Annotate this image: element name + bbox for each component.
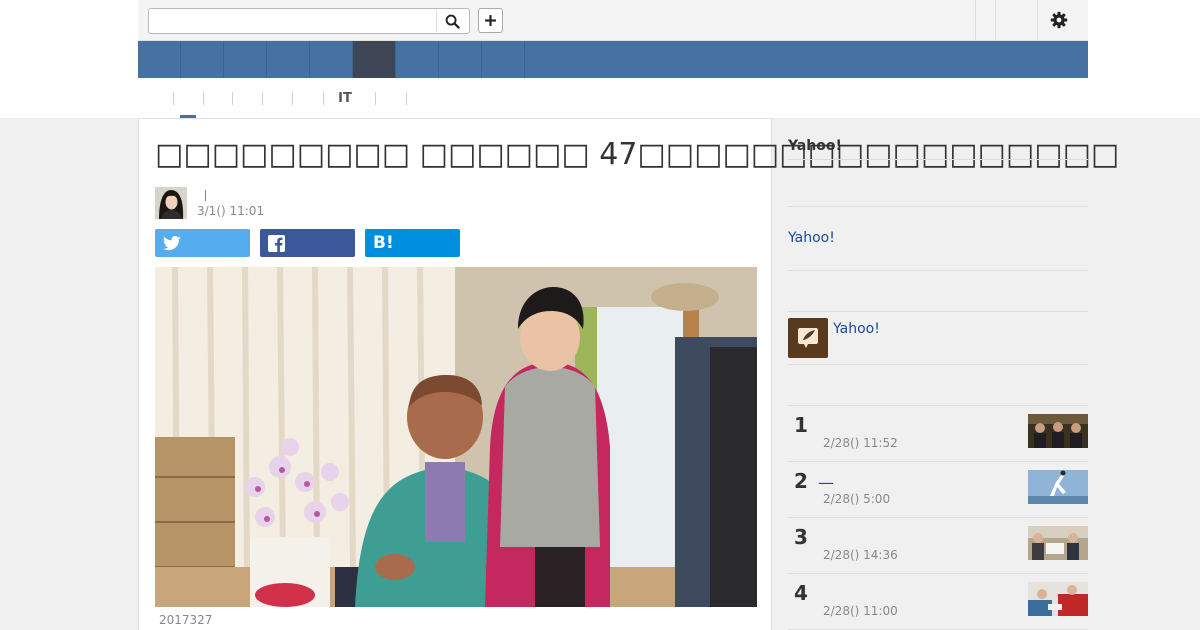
global-nav-item[interactable]: [224, 41, 267, 78]
global-nav-item[interactable]: [396, 41, 439, 78]
category-tab[interactable]: [234, 91, 261, 105]
pen-icon[interactable]: [788, 318, 828, 358]
sidebar-link[interactable]: Yahoo!: [788, 230, 835, 246]
category-separator: [406, 92, 407, 105]
twitter-icon: [163, 235, 181, 250]
category-separator: [232, 92, 233, 105]
author-separator: [205, 190, 206, 201]
category-separator: [173, 92, 174, 105]
article-photo-image: [155, 267, 757, 607]
ranking-thumbnail: [1028, 526, 1088, 560]
ranking-thumbnail: [1028, 414, 1088, 448]
global-nav-item[interactable]: [310, 41, 353, 78]
ranking-date: 2/28() 14:36: [823, 548, 898, 562]
search-button[interactable]: [436, 10, 468, 32]
header-divider: [1037, 0, 1038, 40]
sidebar-divider: [788, 206, 1088, 207]
sidebar-heading: Yahoo!: [788, 138, 842, 154]
global-nav-item-active[interactable]: [353, 41, 396, 78]
ranking-date: 2/28() 11:00: [823, 604, 898, 618]
ranking-date: 2/28() 5:00: [823, 492, 891, 506]
category-tab[interactable]: [294, 91, 322, 105]
sidebar-divider: [788, 270, 1088, 271]
global-nav-item[interactable]: [138, 41, 181, 78]
category-separator: [292, 92, 293, 105]
global-nav-item[interactable]: [181, 41, 224, 78]
category-tab[interactable]: [264, 91, 291, 105]
add-button[interactable]: [478, 8, 503, 33]
category-separator: [323, 92, 324, 105]
search-input[interactable]: [148, 8, 470, 34]
author-avatar[interactable]: [155, 187, 187, 219]
ranking-thumbnail: [1028, 470, 1088, 504]
header-divider: [975, 0, 976, 40]
article-title: □□□□□□□□□ □□□□□□ 47□□□□□□□□□□□□□□□□□: [155, 137, 1120, 172]
sidebar-divider: [788, 311, 1088, 312]
settings-button[interactable]: [1048, 9, 1070, 31]
article-card: □□□□□□□□□ □□□□□□ 47□□□□□□□□□□□□□□□□□ 3/1…: [138, 118, 1120, 630]
photo-caption: 2017327: [159, 613, 213, 627]
ranking-number: 2: [794, 469, 808, 493]
search-icon: [445, 14, 460, 29]
category-nav: IT: [138, 78, 1088, 118]
ranking-item[interactable]: 1 2/28() 11:52: [788, 406, 1088, 462]
search-bar: [138, 0, 1088, 41]
facebook-icon: [268, 234, 285, 252]
ranking-item[interactable]: 3 2/28() 14:36: [788, 518, 1088, 574]
ranking-number: 3: [794, 525, 808, 549]
category-tab-it[interactable]: IT: [328, 91, 362, 106]
global-nav-item[interactable]: [439, 41, 482, 78]
ranking-item[interactable]: 2 — 2/28() 5:00: [788, 462, 1088, 518]
plus-icon: [485, 15, 496, 26]
category-tab[interactable]: [408, 91, 435, 105]
article-photo[interactable]: [155, 267, 757, 607]
category-tab[interactable]: [205, 91, 232, 105]
category-separator: [203, 92, 204, 105]
category-separator: [375, 92, 376, 105]
category-separator: [262, 92, 263, 105]
facebook-share-button[interactable]: [260, 229, 355, 257]
category-tab[interactable]: [175, 91, 203, 105]
ranking-item[interactable]: 4 2/28() 11:00: [788, 574, 1088, 630]
ranking-thumbnail: [1028, 582, 1088, 616]
sidebar-divider: [788, 364, 1088, 365]
hatena-bookmark-icon: B!: [373, 233, 394, 253]
global-nav-item[interactable]: [482, 41, 525, 78]
ranking-number: 1: [794, 413, 808, 437]
article-date: 3/1() 11:01: [197, 204, 265, 218]
twitter-share-button[interactable]: [155, 229, 250, 257]
header-divider: [995, 0, 996, 40]
gear-icon: [1050, 11, 1068, 29]
ranking-number: 4: [794, 581, 808, 605]
sidebar: Yahoo! Yahoo! Yahoo! 1 2/28() 11:52 2 — …: [772, 118, 1088, 630]
sidebar-promo-link[interactable]: Yahoo!: [833, 321, 880, 337]
hatena-bookmark-button[interactable]: B!: [365, 229, 460, 257]
global-nav-item[interactable]: [267, 41, 310, 78]
sidebar-divider: [788, 159, 1088, 160]
ranking-date: 2/28() 11:52: [823, 436, 898, 450]
global-nav: [138, 41, 1088, 78]
category-tab[interactable]: [377, 91, 404, 105]
ranking-title: —: [818, 473, 834, 492]
